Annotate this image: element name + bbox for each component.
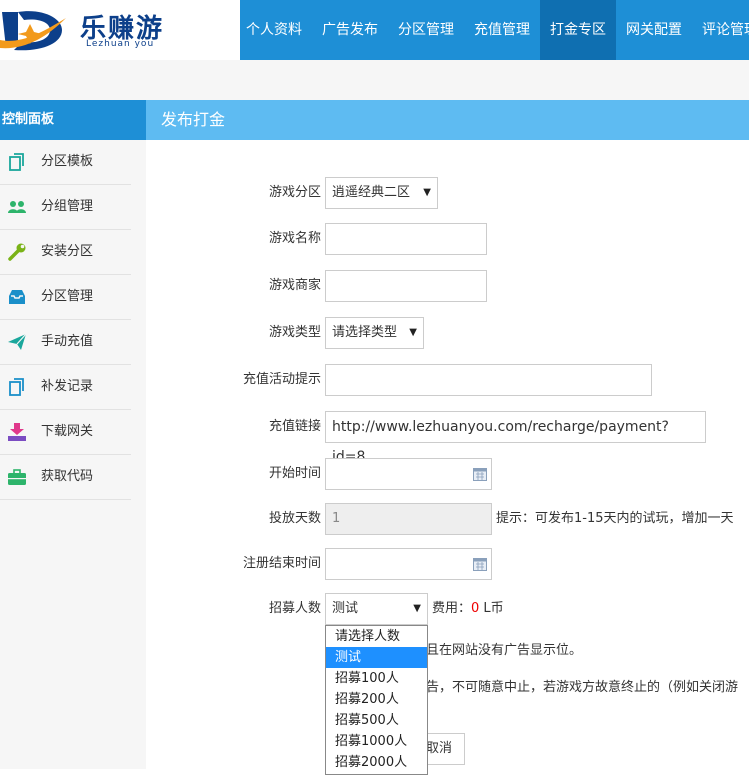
calendar-icon[interactable] [473,557,487,571]
type-select-value: 请选择类型 [332,325,398,340]
sub-header-bar [0,60,749,100]
nav-item-gateway-config[interactable]: 网关配置 [616,0,692,60]
wrench-icon [8,243,26,261]
sidebar-item-label: 分区管理 [41,289,94,304]
merchant-label: 游戏商家 [268,278,321,293]
chevron-down-icon: ▼ [423,187,431,198]
recruit-option[interactable]: 招募2000人 [326,752,427,773]
recruit-option-selected[interactable]: 测试 [326,647,427,668]
form-row-name: 游戏名称 [146,223,749,255]
sidebar-item-install-zone[interactable]: 安装分区 [0,230,131,275]
sidebar-item-label: 分区模板 [41,154,94,169]
days-hint: 提示：可发布1-15天内的试玩，增加一天 [496,511,734,526]
form-row-activity: 充值活动提示 [146,364,749,396]
brand-logo[interactable]: 乐赚游 Lezhuan you [0,0,240,60]
sidebar-item-group-manage[interactable]: 分组管理 [0,185,131,230]
nav-item-profile[interactable]: 个人资料 [236,0,312,60]
recruit-dropdown-list: 请选择人数 测试 招募100人 招募200人 招募500人 招募1000人 招募… [325,625,428,775]
sidebar-item-get-code[interactable]: 获取代码 [0,455,131,500]
start-time-input[interactable] [325,458,492,490]
briefcase-icon [8,469,26,485]
sidebar-item-zone-template[interactable]: 分区模板 [0,140,131,185]
nav-item-recharge-manage[interactable]: 充值管理 [464,0,540,60]
form-row-link: 充值链接 http://www.lezhuanyou.com/recharge/… [146,411,749,465]
form-row-merchant: 游戏商家 [146,270,749,302]
download-icon [8,423,26,441]
form-row-zone: 游戏分区 逍遥经典二区 ▼ [146,177,749,209]
recruit-option[interactable]: 请选择人数 [326,626,427,647]
form-row-type: 游戏类型 请选择类型 ▼ [146,317,749,349]
reg-end-label: 注册结束时间 [242,556,321,571]
sidebar: 控制面板 分区模板 分组管理 安装分区 分区管理 手动充值 补发记录 下载网关 … [0,100,146,769]
users-icon [8,201,26,213]
merchant-input[interactable] [325,270,487,302]
nav-item-gold-zone[interactable]: 打金专区 [540,0,616,60]
type-label: 游戏类型 [268,325,321,340]
sidebar-item-label: 下载网关 [41,424,94,439]
form-row-recruit: 招募人数 测试 ▼ 费用：0 L币 [146,593,749,625]
days-label: 投放天数 [268,511,321,526]
form-row-days: 投放天数 1 提示：可发布1-15天内的试玩，增加一天 [146,503,749,535]
recruit-select[interactable]: 测试 ▼ [325,593,428,625]
chevron-down-icon: ▼ [413,603,421,614]
recruit-option[interactable]: 招募1000人 [326,731,427,752]
days-input[interactable]: 1 [325,503,492,535]
recruit-label: 招募人数 [268,601,321,616]
sidebar-item-reissue-records[interactable]: 补发记录 [0,365,131,410]
zone-label: 游戏分区 [268,185,321,200]
calendar-icon[interactable] [473,467,487,481]
zone-select[interactable]: 逍遥经典二区 ▼ [325,177,438,209]
inbox-icon [9,290,25,304]
main-nav: 个人资料 广告发布 分区管理 充值管理 打金专区 网关配置 评论管理 [236,0,749,60]
game-name-input[interactable] [325,223,487,255]
recharge-link-input[interactable]: http://www.lezhuanyou.com/recharge/payme… [325,411,706,465]
copy-icon [9,378,24,396]
sidebar-item-zone-manage[interactable]: 分区管理 [0,275,131,320]
activity-hint-input[interactable] [325,364,652,396]
recruit-select-value: 测试 [332,601,359,616]
nav-item-zone-manage[interactable]: 分区管理 [388,0,464,60]
name-label: 游戏名称 [268,231,321,246]
sidebar-item-label: 补发记录 [41,379,94,394]
top-navbar: 乐赚游 Lezhuan you 个人资料 广告发布 分区管理 充值管理 打金专区… [0,0,749,60]
fee-text: 费用：0 L币 [432,593,504,625]
recruit-option[interactable]: 招募100人 [326,668,427,689]
logo-mark-icon [0,11,66,51]
form-row-reg-end: 注册结束时间 [146,548,749,580]
reg-end-time-input[interactable] [325,548,492,580]
chevron-down-icon: ▼ [409,327,417,338]
sidebar-item-manual-recharge[interactable]: 手动充值 [0,320,131,365]
recruit-option[interactable]: 招募200人 [326,689,427,710]
sidebar-item-label: 分组管理 [41,199,94,214]
form-row-start: 开始时间 [146,458,749,490]
link-label: 充值链接 [268,419,321,434]
sidebar-item-download-gateway[interactable]: 下载网关 [0,410,131,455]
recruit-option[interactable]: 招募500人 [326,710,427,731]
notice-line-1: 且在网站没有广告显示位。 [426,643,583,658]
fee-unit: L币 [479,601,504,616]
activity-label: 充值活动提示 [242,372,321,387]
send-icon [8,333,27,350]
sidebar-item-label: 获取代码 [41,469,94,484]
nav-item-comment-manage[interactable]: 评论管理 [692,0,749,60]
sidebar-item-label: 安装分区 [41,244,94,259]
fee-prefix: 费用： [432,601,472,616]
type-select[interactable]: 请选择类型 ▼ [325,317,424,349]
start-label: 开始时间 [268,466,321,481]
sidebar-item-label: 手动充值 [41,334,94,349]
copy-icon [9,153,24,171]
brand-subtitle: Lezhuan you [86,39,155,49]
page-title: 发布打金 [146,100,749,140]
notice-line-2: 告，不可随意中止，若游戏方故意终止的（例如关闭游 [426,680,739,695]
nav-item-ad-publish[interactable]: 广告发布 [312,0,388,60]
zone-select-value: 逍遥经典二区 [332,185,411,200]
sidebar-title: 控制面板 [0,100,146,140]
